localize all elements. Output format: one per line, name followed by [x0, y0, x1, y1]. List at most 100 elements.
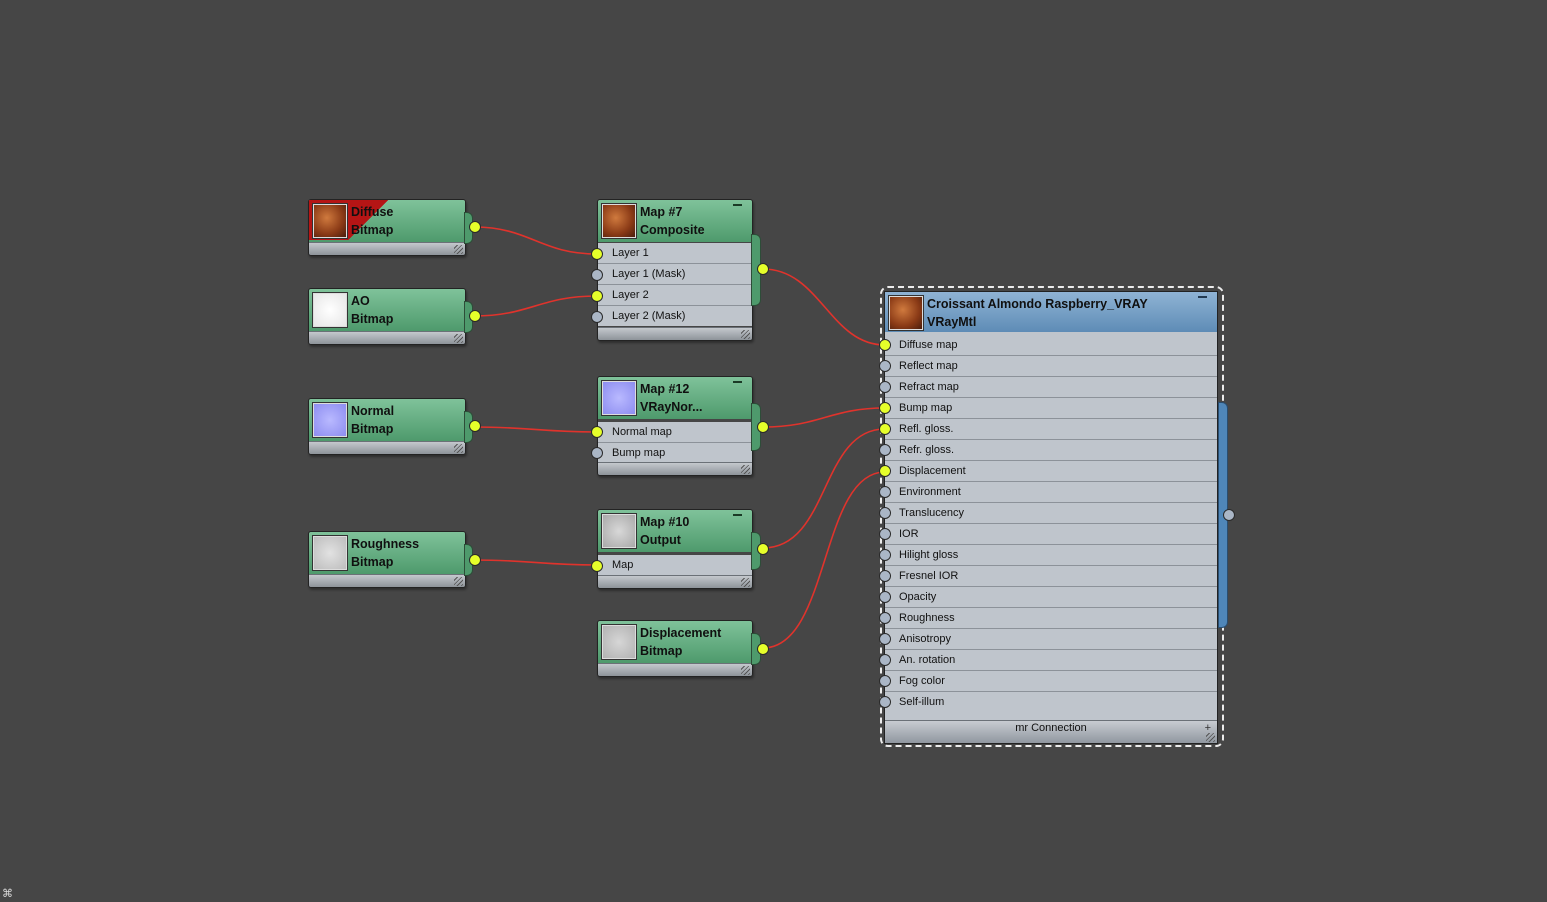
- resize-grip-icon[interactable]: [1206, 733, 1215, 742]
- input-slots: Map: [598, 555, 752, 575]
- material-input-port-roughness[interactable]: [879, 612, 891, 624]
- node-normal-bitmap[interactable]: Normal Bitmap: [308, 398, 481, 455]
- node-title-line1: Roughness: [351, 537, 420, 551]
- wire-diffuse-to-layer1: [473, 226, 598, 255]
- slate-material-editor-canvas[interactable]: Diffuse Bitmap AO Bitmap Normal Bitmap R…: [0, 0, 1547, 902]
- slot-layer2: Layer 2: [598, 285, 752, 306]
- input-port-bump-map[interactable]: [591, 447, 603, 459]
- material-input-port-anisotropy[interactable]: [879, 633, 891, 645]
- output-map-thumbnail: [602, 514, 636, 548]
- material-input-port-fog-color[interactable]: [879, 675, 891, 687]
- material-input-port-an-rotation[interactable]: [879, 654, 891, 666]
- resize-grip-icon[interactable]: [454, 577, 463, 586]
- material-output-port[interactable]: [1223, 509, 1235, 521]
- resize-grip-icon[interactable]: [454, 444, 463, 453]
- output-port[interactable]: [757, 643, 769, 655]
- output-port[interactable]: [469, 310, 481, 322]
- node-title-line1: Map #12: [640, 382, 690, 396]
- input-port-layer2-mask[interactable]: [591, 311, 603, 323]
- mr-connection-rollout[interactable]: mr Connection: [885, 721, 1217, 735]
- node-title-line2: Bitmap: [351, 312, 394, 326]
- node-footer: [309, 331, 465, 344]
- node-map10-output[interactable]: Map #10 Output Map: [591, 509, 769, 589]
- node-map7-composite[interactable]: Map #7 Composite Layer 1 Layer 1 (Mask) …: [591, 199, 769, 341]
- material-input-port-ior[interactable]: [879, 528, 891, 540]
- material-input-port-refract-map[interactable]: [879, 381, 891, 393]
- node-roughness-bitmap[interactable]: Roughness Bitmap: [308, 531, 481, 588]
- output-port[interactable]: [469, 221, 481, 233]
- output-port[interactable]: [757, 543, 769, 555]
- wires-layer: [473, 226, 886, 649]
- material-input-port-diffuse-map[interactable]: [879, 339, 891, 351]
- input-port-layer1[interactable]: [591, 248, 603, 260]
- node-header[interactable]: Map #12 VRayNor...: [598, 377, 752, 419]
- collapse-icon[interactable]: [733, 204, 742, 206]
- node-header[interactable]: Normal Bitmap: [309, 399, 465, 441]
- material-input-port-hilight-gloss[interactable]: [879, 549, 891, 561]
- resize-grip-icon[interactable]: [741, 330, 750, 339]
- material-input-port-opacity[interactable]: [879, 591, 891, 603]
- node-footer: [598, 462, 752, 475]
- slot-roughness: Roughness: [885, 608, 1217, 629]
- output-port[interactable]: [469, 420, 481, 432]
- node-diffuse-bitmap[interactable]: Diffuse Bitmap: [308, 199, 481, 256]
- material-input-port-displacement[interactable]: [879, 465, 891, 477]
- material-input-port-environment[interactable]: [879, 486, 891, 498]
- resize-grip-icon[interactable]: [741, 578, 750, 587]
- material-thumbnail: [889, 296, 923, 330]
- node-displacement-bitmap[interactable]: Displacement Bitmap: [597, 620, 769, 677]
- diffuse-texture-thumbnail: [313, 204, 347, 238]
- composite-thumbnail: [602, 204, 636, 238]
- material-input-port-translucency[interactable]: [879, 507, 891, 519]
- node-footer: [309, 574, 465, 587]
- node-header[interactable]: Map #10 Output: [598, 510, 752, 552]
- material-input-port-bump-map[interactable]: [879, 402, 891, 414]
- resize-grip-icon[interactable]: [454, 334, 463, 343]
- material-slots: Diffuse map Reflect map Refract map Bump…: [885, 335, 1217, 712]
- node-header[interactable]: Roughness Bitmap: [309, 532, 465, 574]
- node-title-line1: Normal: [351, 404, 395, 418]
- material-input-port-refl-gloss[interactable]: [879, 423, 891, 435]
- node-title-line2: Bitmap: [351, 422, 394, 436]
- node-header[interactable]: Croissant Almondo Raspberry_VRAY VRayMtl: [885, 292, 1217, 332]
- slot-refr-gloss: Refr. gloss.: [885, 440, 1217, 461]
- normal-texture-thumbnail: [313, 403, 347, 437]
- node-title-line1: Displacement: [640, 626, 722, 640]
- material-input-port-fresnel-ior[interactable]: [879, 570, 891, 582]
- node-footer: [309, 441, 465, 454]
- node-header[interactable]: Map #7 Composite: [598, 200, 752, 242]
- navigator-icon[interactable]: ⌘: [2, 887, 13, 900]
- resize-grip-icon[interactable]: [454, 245, 463, 254]
- collapse-icon[interactable]: [733, 381, 742, 383]
- node-material-vraymtl[interactable]: Croissant Almondo Raspberry_VRAY VRayMtl…: [879, 286, 1235, 747]
- roughness-texture-thumbnail: [313, 536, 347, 570]
- input-port-normal-map[interactable]: [591, 426, 603, 438]
- node-title-line2: Bitmap: [351, 555, 394, 569]
- node-ao-bitmap[interactable]: AO Bitmap: [308, 288, 481, 345]
- resize-grip-icon[interactable]: [741, 666, 750, 675]
- output-port[interactable]: [757, 421, 769, 433]
- node-title-line2: Bitmap: [640, 644, 683, 658]
- collapse-icon[interactable]: [1198, 296, 1207, 298]
- node-header[interactable]: Displacement Bitmap: [598, 621, 752, 663]
- collapse-icon[interactable]: [733, 514, 742, 516]
- material-input-port-refr-gloss[interactable]: [879, 444, 891, 456]
- material-input-port-reflect-map[interactable]: [879, 360, 891, 372]
- node-title-line1: Map #7: [640, 205, 683, 219]
- input-port-map[interactable]: [591, 560, 603, 572]
- node-header[interactable]: AO Bitmap: [309, 289, 465, 331]
- input-port-layer2[interactable]: [591, 290, 603, 302]
- output-port[interactable]: [469, 554, 481, 566]
- resize-grip-icon[interactable]: [741, 465, 750, 474]
- input-port-layer1-mask[interactable]: [591, 269, 603, 281]
- material-node-body[interactable]: Croissant Almondo Raspberry_VRAY VRayMtl…: [884, 291, 1218, 744]
- slot-environment: Environment: [885, 482, 1217, 503]
- output-port[interactable]: [757, 263, 769, 275]
- slot-bump-map: Bump map: [598, 443, 752, 463]
- node-header[interactable]: Diffuse Bitmap: [309, 200, 465, 242]
- node-map12-vraynormalmap[interactable]: Map #12 VRayNor... Normal map Bump map: [591, 376, 769, 476]
- material-title-line1: Croissant Almondo Raspberry_VRAY: [927, 297, 1148, 311]
- material-title-line2: VRayMtl: [927, 315, 977, 329]
- material-input-port-self-illum[interactable]: [879, 696, 891, 708]
- wire-map10-to-reflgloss: [762, 428, 886, 549]
